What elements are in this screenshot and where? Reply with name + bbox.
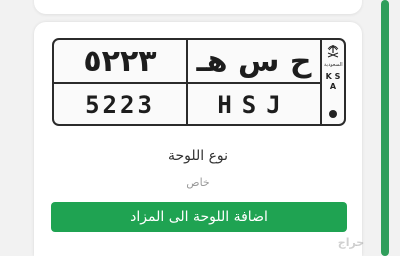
plate-type-value: خاص xyxy=(186,176,210,189)
watermark-logo: حراج xyxy=(337,236,365,249)
plate-latin-letters: HSJ xyxy=(217,91,291,119)
license-plate: ٥٢٢٣ ح س هـ 5223 HSJ السعودية K S A xyxy=(52,38,346,126)
plate-side-ksa: K S A xyxy=(325,72,341,91)
plate-side-dot xyxy=(329,110,337,118)
plate-type-label: نوع اللوحة xyxy=(167,148,229,164)
add-to-auction-button[interactable]: اضافة اللوحة الى المزاد xyxy=(51,202,347,232)
plate-latin-numbers: 5223 xyxy=(85,91,155,119)
palm-swords-emblem-icon xyxy=(327,45,339,58)
plate-arabic-numbers: ٥٢٢٣ xyxy=(83,43,157,79)
previous-card xyxy=(34,0,362,14)
plate-side-arabic: السعودية xyxy=(324,62,343,68)
plate-arabic-letters: ح س هـ xyxy=(196,43,312,79)
scrollbar[interactable] xyxy=(381,0,389,256)
plate-side-strip: السعودية K S A xyxy=(320,40,344,124)
